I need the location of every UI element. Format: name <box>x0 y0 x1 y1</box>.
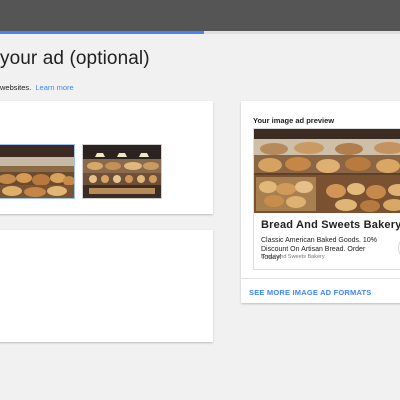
progress-bar-fill <box>0 31 204 34</box>
intro-text-label: websites. <box>0 83 32 92</box>
see-more-formats-link[interactable]: SEE MORE IMAGE AD FORMATS <box>249 288 372 297</box>
preview-heading: Your image ad preview <box>253 116 335 125</box>
secondary-card <box>0 230 213 342</box>
ad-hero-image <box>254 129 400 213</box>
bakery-image-thumbnail-2[interactable] <box>82 144 162 199</box>
intro-text: websites. Learn more <box>0 83 74 92</box>
image-ad-preview-card: Your image ad preview Bread And Sweets B… <box>241 101 400 303</box>
ad-preview: Bread And Sweets Bakery Classic American… <box>253 128 400 270</box>
learn-more-link[interactable]: Learn more <box>35 83 73 92</box>
image-selection-card <box>0 101 213 214</box>
ad-headline: Bread And Sweets Bakery <box>261 219 400 231</box>
top-app-bar <box>0 0 400 31</box>
progress-bar <box>0 31 400 34</box>
bakery-image-thumbnail-1[interactable] <box>0 144 75 199</box>
ad-display-url: Bread and Sweets Bakery <box>261 254 325 260</box>
card-divider <box>241 278 400 279</box>
page-title: your ad (optional) <box>0 48 150 69</box>
